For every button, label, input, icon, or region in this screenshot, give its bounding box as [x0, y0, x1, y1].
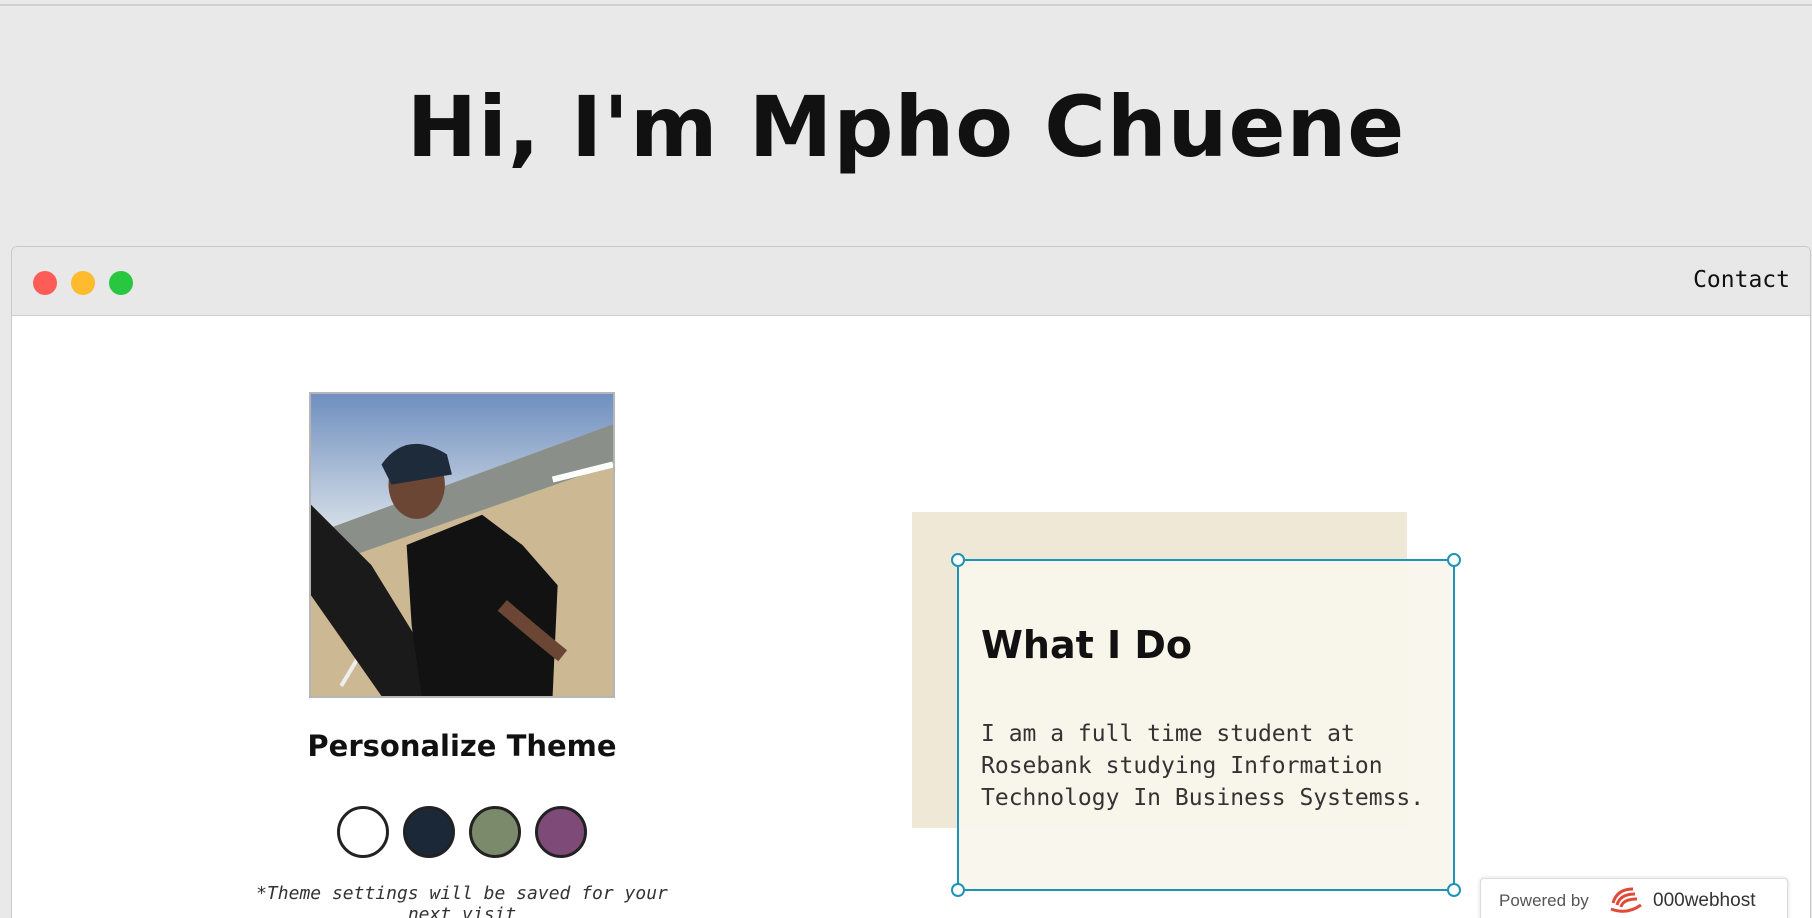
resize-handle-top-left[interactable]	[951, 553, 965, 567]
theme-swatch-navy[interactable]	[403, 806, 455, 858]
profile-photo	[309, 392, 615, 698]
theme-note: *Theme settings will be saved for your n…	[256, 883, 668, 918]
maximize-window-button[interactable]	[109, 271, 133, 295]
theme-swatch-purple[interactable]	[535, 806, 587, 858]
contact-link[interactable]: Contact	[1693, 267, 1790, 293]
top-border	[0, 0, 1812, 6]
resize-handle-top-right[interactable]	[1447, 553, 1461, 567]
theme-swatch-sage[interactable]	[469, 806, 521, 858]
what-i-do-card: What I Do I am a full time student at Ro…	[951, 553, 1461, 897]
window-titlebar: Contact	[12, 247, 1810, 316]
resize-handle-bottom-left[interactable]	[951, 883, 965, 897]
webhost-name: 000webhost	[1653, 890, 1756, 911]
hosting-badge[interactable]: Powered by 000webhost	[1480, 878, 1788, 918]
what-i-do-text: I am a full time student at Rosebank stu…	[981, 721, 1425, 811]
theme-swatches	[337, 806, 587, 860]
what-i-do-title: What I Do	[981, 623, 1193, 667]
close-window-button[interactable]	[33, 271, 57, 295]
theme-swatch-white[interactable]	[337, 806, 389, 858]
page-title: Hi, I'm Mpho Chuene	[406, 78, 1406, 176]
powered-by-label: Powered by	[1499, 891, 1589, 910]
browser-window: Contact Personalize Theme *Theme setting…	[11, 246, 1811, 918]
webhost-logo-icon	[1610, 887, 1642, 913]
personalize-theme-heading: Personalize Theme	[307, 729, 617, 763]
minimize-window-button[interactable]	[71, 271, 95, 295]
resize-handle-bottom-right[interactable]	[1447, 883, 1461, 897]
